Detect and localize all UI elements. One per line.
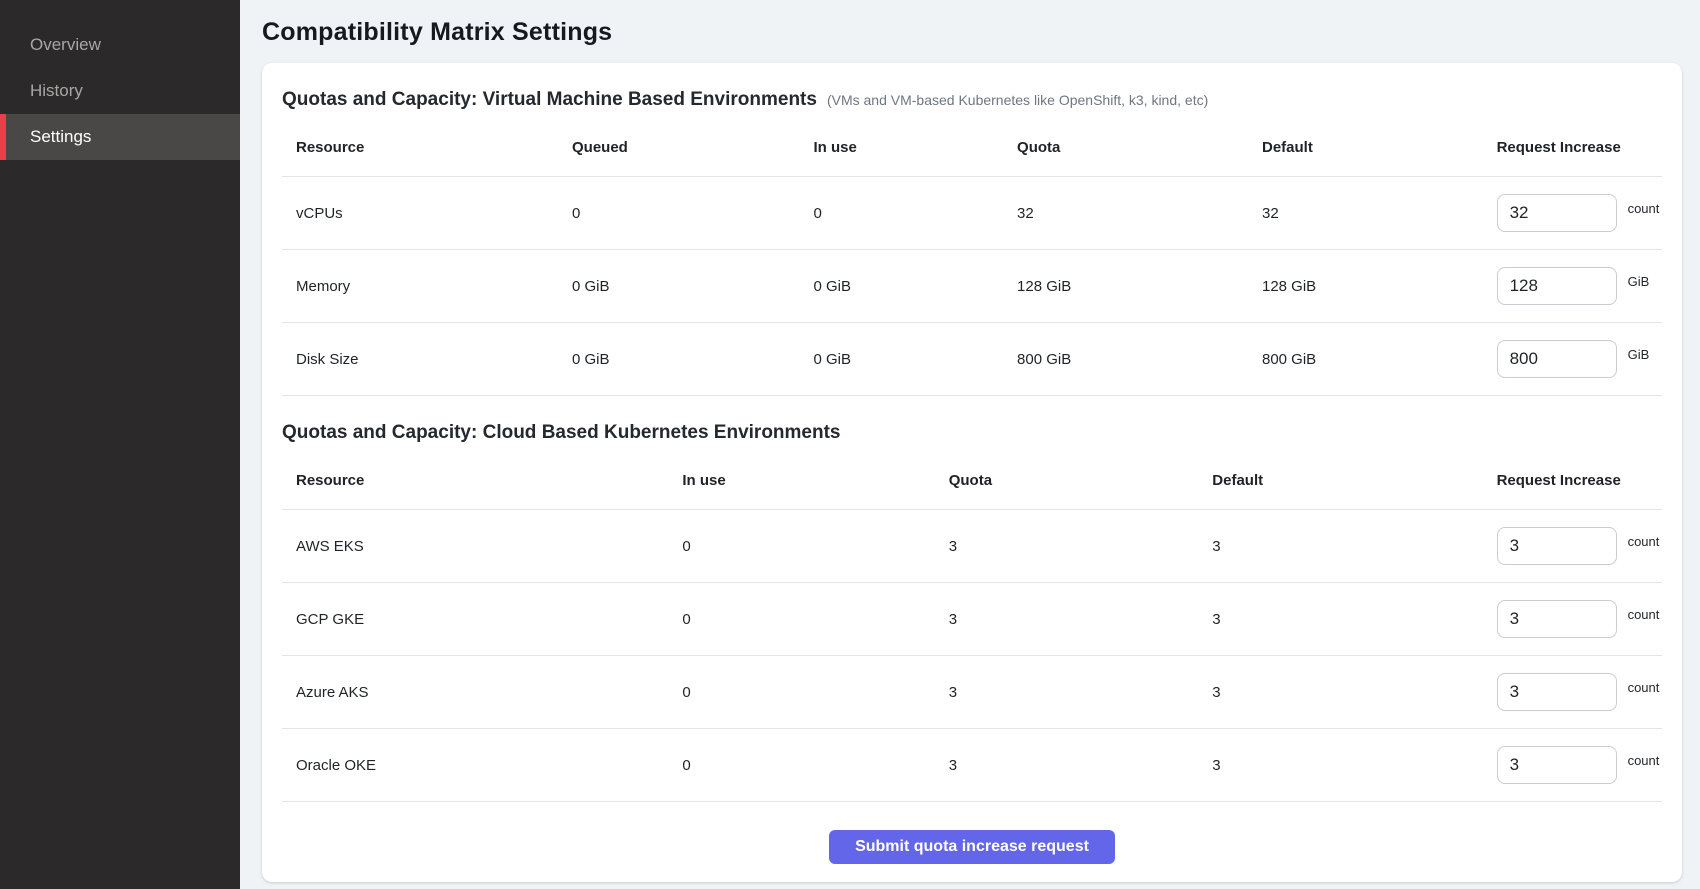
main-content: Compatibility Matrix Settings Quotas and… [240, 0, 1700, 889]
aws-eks-request-input[interactable] [1497, 527, 1617, 565]
sidebar-item-history[interactable]: History [0, 68, 240, 114]
column-header-quota: Quota [1003, 121, 1248, 177]
in-use-value: 0 GiB [800, 250, 1004, 323]
unit-label: GiB [1628, 347, 1650, 362]
table-row-memory: Memory 0 GiB 0 GiB 128 GiB 128 GiB GiB [282, 250, 1662, 323]
unit-label: count [1628, 534, 1660, 549]
quota-value: 3 [935, 729, 1199, 802]
in-use-value: 0 [668, 583, 934, 656]
unit-label: count [1628, 680, 1660, 695]
in-use-value: 0 [800, 177, 1004, 250]
vcpus-request-input[interactable] [1497, 194, 1617, 232]
memory-request-input[interactable] [1497, 267, 1617, 305]
column-header-default: Default [1198, 454, 1482, 510]
vm-section-title: Quotas and Capacity: Virtual Machine Bas… [282, 89, 817, 111]
default-value: 3 [1198, 729, 1482, 802]
default-value: 800 GiB [1248, 323, 1483, 396]
table-row-azure-aks: Azure AKS 0 3 3 count [282, 656, 1662, 729]
column-header-request-increase: Request Increase [1483, 121, 1662, 177]
page-title: Compatibility Matrix Settings [262, 18, 1682, 47]
gcp-gke-request-input[interactable] [1497, 600, 1617, 638]
quota-value: 32 [1003, 177, 1248, 250]
resource-name: Memory [282, 250, 558, 323]
table-row-gcp-gke: GCP GKE 0 3 3 count [282, 583, 1662, 656]
oracle-oke-request-input[interactable] [1497, 746, 1617, 784]
column-header-queued: Queued [558, 121, 800, 177]
column-header-resource: Resource [282, 454, 668, 510]
resource-name: GCP GKE [282, 583, 668, 656]
resource-name: Azure AKS [282, 656, 668, 729]
table-row-aws-eks: AWS EKS 0 3 3 count [282, 510, 1662, 583]
submit-quota-increase-button[interactable]: Submit quota increase request [829, 830, 1115, 864]
column-header-quota: Quota [935, 454, 1199, 510]
quota-value: 3 [935, 583, 1199, 656]
queued-value: 0 GiB [558, 250, 800, 323]
resource-name: vCPUs [282, 177, 558, 250]
default-value: 128 GiB [1248, 250, 1483, 323]
column-header-default: Default [1248, 121, 1483, 177]
default-value: 3 [1198, 656, 1482, 729]
in-use-value: 0 [668, 510, 934, 583]
sidebar-item-overview[interactable]: Overview [0, 22, 240, 68]
column-header-request-increase: Request Increase [1483, 454, 1662, 510]
resource-name: Disk Size [282, 323, 558, 396]
vm-table-header-row: Resource Queued In use Quota Default Req… [282, 121, 1662, 177]
quota-value: 3 [935, 656, 1199, 729]
column-header-in-use: In use [668, 454, 934, 510]
in-use-value: 0 [668, 729, 934, 802]
unit-label: count [1628, 201, 1660, 216]
vm-section-subtitle: (VMs and VM-based Kubernetes like OpenSh… [827, 92, 1208, 108]
table-row-vcpus: vCPUs 0 0 32 32 count [282, 177, 1662, 250]
card-footer: Submit quota increase request [282, 830, 1662, 864]
sidebar: Overview History Settings [0, 0, 240, 889]
vm-section-heading: Quotas and Capacity: Virtual Machine Bas… [282, 89, 1662, 111]
cloud-quota-table: Resource In use Quota Default Request In… [282, 454, 1662, 802]
sidebar-item-label: Settings [30, 127, 91, 147]
unit-label: count [1628, 753, 1660, 768]
quota-value: 3 [935, 510, 1199, 583]
quota-value: 128 GiB [1003, 250, 1248, 323]
quotas-card: Quotas and Capacity: Virtual Machine Bas… [262, 63, 1682, 882]
table-row-disk-size: Disk Size 0 GiB 0 GiB 800 GiB 800 GiB Gi… [282, 323, 1662, 396]
unit-label: count [1628, 607, 1660, 622]
column-header-in-use: In use [800, 121, 1004, 177]
cloud-section-title: Quotas and Capacity: Cloud Based Kuberne… [282, 422, 841, 444]
in-use-value: 0 [668, 656, 934, 729]
azure-aks-request-input[interactable] [1497, 673, 1617, 711]
column-header-resource: Resource [282, 121, 558, 177]
default-value: 3 [1198, 583, 1482, 656]
resource-name: AWS EKS [282, 510, 668, 583]
cloud-section-heading: Quotas and Capacity: Cloud Based Kuberne… [282, 422, 1662, 444]
sidebar-item-label: History [30, 81, 83, 101]
resource-name: Oracle OKE [282, 729, 668, 802]
disk-size-request-input[interactable] [1497, 340, 1617, 378]
vm-quota-table: Resource Queued In use Quota Default Req… [282, 121, 1662, 396]
cloud-table-header-row: Resource In use Quota Default Request In… [282, 454, 1662, 510]
sidebar-item-settings[interactable]: Settings [0, 114, 240, 160]
default-value: 3 [1198, 510, 1482, 583]
default-value: 32 [1248, 177, 1483, 250]
table-row-oracle-oke: Oracle OKE 0 3 3 count [282, 729, 1662, 802]
sidebar-item-label: Overview [30, 35, 101, 55]
queued-value: 0 [558, 177, 800, 250]
quota-value: 800 GiB [1003, 323, 1248, 396]
queued-value: 0 GiB [558, 323, 800, 396]
in-use-value: 0 GiB [800, 323, 1004, 396]
unit-label: GiB [1628, 274, 1650, 289]
